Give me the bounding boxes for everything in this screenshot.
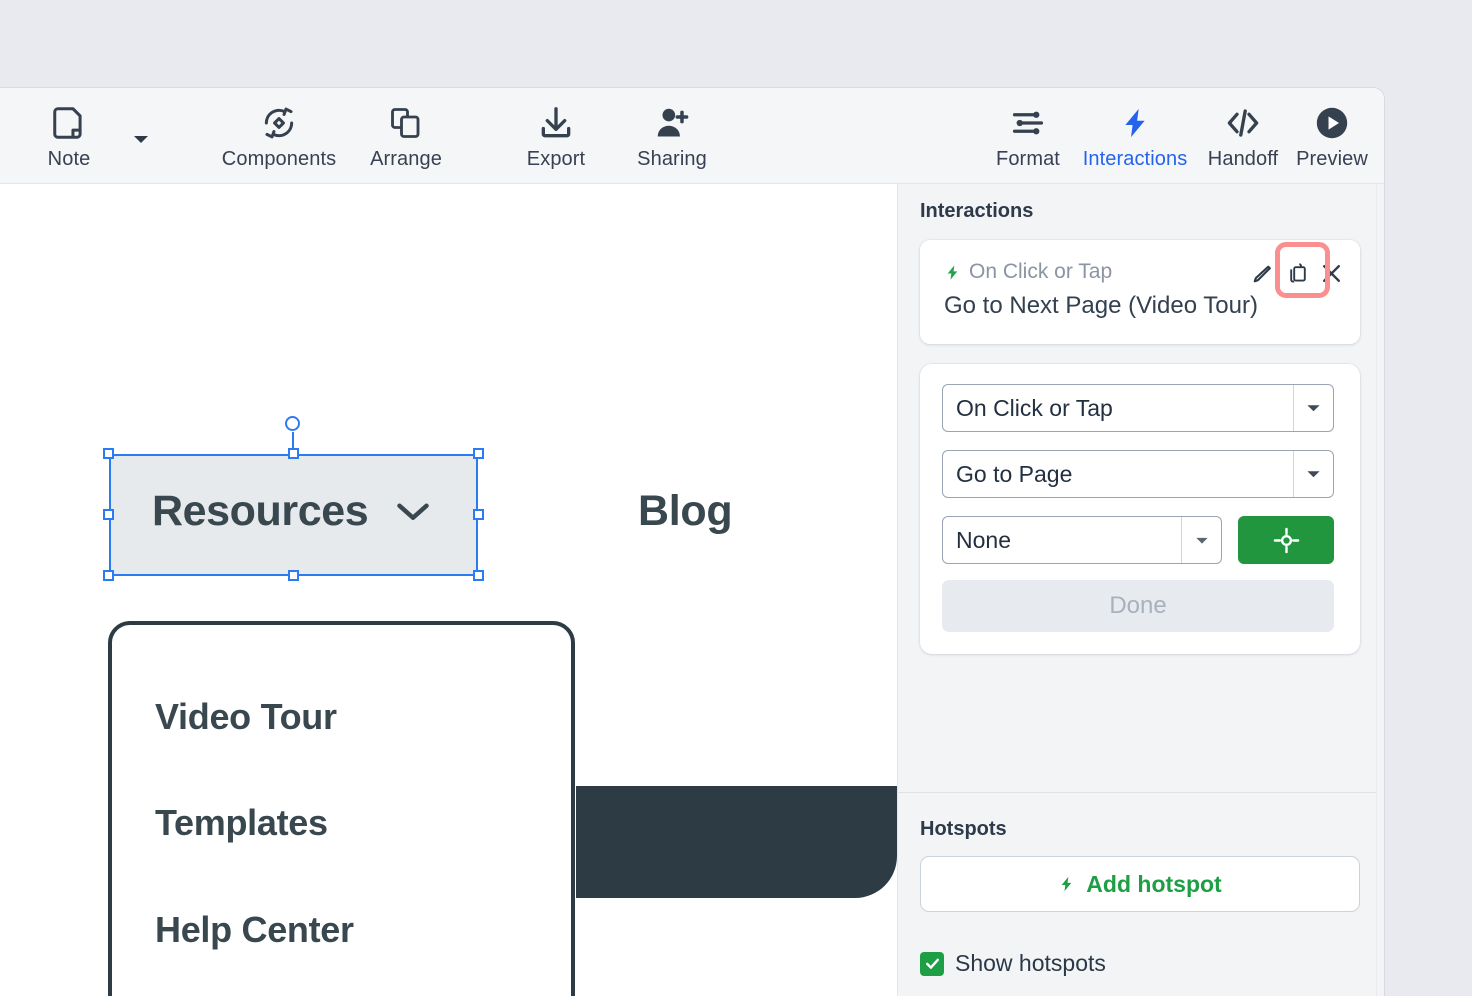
- pick-target-button[interactable]: [1238, 516, 1334, 564]
- lightning-bolt-icon: [1118, 102, 1152, 144]
- lightning-bolt-icon: [1061, 876, 1072, 892]
- toolbar-button-preview[interactable]: Preview: [1291, 102, 1373, 169]
- action-select[interactable]: Go to Page: [942, 450, 1334, 498]
- selection-handle-middle-left[interactable]: [103, 509, 114, 520]
- toolbar-label-format: Format: [996, 148, 1060, 170]
- checkbox-show-hotspots[interactable]: Show hotspots: [920, 950, 1106, 977]
- toolbar-label-preview: Preview: [1296, 148, 1368, 170]
- export-icon: [537, 102, 575, 144]
- lightning-bolt-icon: [947, 264, 958, 280]
- canvas-dark-shape[interactable]: [576, 786, 897, 898]
- toolbar-label-handoff: Handoff: [1207, 148, 1279, 170]
- pencil-icon: [1253, 265, 1271, 283]
- selection-handle-bottom-right[interactable]: [473, 570, 484, 581]
- interaction-trigger-label: On Click or Tap: [969, 260, 1113, 283]
- interaction-trigger-row: On Click or Tap: [944, 260, 1112, 284]
- design-canvas[interactable]: Resources Blog Video Tour Templates Help…: [0, 184, 897, 996]
- canvas-node-blog[interactable]: Blog: [638, 487, 733, 536]
- list-item[interactable]: Video Tour: [155, 696, 337, 738]
- chevron-down-icon: [1181, 517, 1221, 563]
- toolbar-button-note[interactable]: Note: [30, 102, 108, 169]
- chevron-down-icon: [1293, 451, 1333, 497]
- edit-interaction-button[interactable]: [1249, 262, 1274, 292]
- target-page-select[interactable]: None: [942, 516, 1222, 564]
- toolbar-label-arrange: Arrange: [370, 148, 442, 170]
- selection-frame: [109, 454, 478, 576]
- sharing-icon: [653, 102, 691, 144]
- duplicate-icon: [1290, 263, 1306, 283]
- action-select-value: Go to Page: [956, 460, 1073, 487]
- interaction-card[interactable]: On Click or Tap Go to Next Page (Video T…: [920, 240, 1360, 344]
- chevron-down-icon: [1293, 385, 1333, 431]
- rotation-handle[interactable]: [285, 416, 300, 431]
- target-page-value: None: [956, 526, 1011, 553]
- list-item[interactable]: Templates: [155, 802, 328, 844]
- code-brackets-icon: [1224, 102, 1262, 144]
- toolbar-button-format[interactable]: Format: [985, 102, 1071, 169]
- list-item[interactable]: Help Center: [155, 909, 354, 951]
- delete-interaction-button[interactable]: [1318, 260, 1345, 292]
- arrange-icon: [388, 102, 424, 144]
- selection-handle-bottom-left[interactable]: [103, 570, 114, 581]
- toolbar-label-interactions: Interactions: [1082, 148, 1188, 170]
- play-circle-icon: [1313, 102, 1351, 144]
- note-dropdown-caret[interactable]: [132, 132, 150, 150]
- interactions-panel: Interactions On Click or Tap Go to Next …: [897, 184, 1384, 996]
- chevron-down-icon: [134, 136, 148, 143]
- checkmark-icon: [920, 951, 944, 976]
- panel-title-hotspots: Hotspots: [920, 818, 1007, 840]
- toolbar-label-components: Components: [221, 148, 337, 170]
- toolbar-button-sharing[interactable]: Sharing: [622, 102, 722, 169]
- selection-handle-middle-right[interactable]: [473, 509, 484, 520]
- interaction-action-label: Go to Next Page (Video Tour): [944, 292, 1258, 319]
- done-button[interactable]: Done: [942, 580, 1334, 632]
- close-icon: [1323, 265, 1340, 282]
- app-window: Note Components Arrange Export Sharing F…: [0, 88, 1384, 996]
- crosshair-target-icon: [1273, 527, 1299, 553]
- toolbar-label-sharing: Sharing: [637, 148, 707, 170]
- add-hotspot-button[interactable]: Add hotspot: [920, 856, 1360, 912]
- selection-handle-top-left[interactable]: [103, 448, 114, 459]
- selection-handle-top-center[interactable]: [288, 448, 299, 459]
- toolbar-label-note: Note: [47, 148, 91, 170]
- toolbar: Note Components Arrange Export Sharing F…: [0, 88, 1384, 184]
- format-sliders-icon: [1010, 102, 1046, 144]
- selection-handle-top-right[interactable]: [473, 448, 484, 459]
- duplicate-interaction-button[interactable]: [1286, 262, 1310, 291]
- checkbox-label-show-hotspots: Show hotspots: [955, 950, 1106, 976]
- panel-divider: [898, 792, 1384, 793]
- toolbar-button-interactions[interactable]: Interactions: [1081, 102, 1189, 169]
- panel-scrollbar[interactable]: [1376, 184, 1384, 996]
- add-hotspot-label: Add hotspot: [1086, 870, 1222, 897]
- components-icon: [260, 102, 298, 144]
- toolbar-button-export[interactable]: Export: [508, 102, 604, 169]
- toolbar-button-components[interactable]: Components: [214, 102, 344, 169]
- panel-title-interactions: Interactions: [920, 200, 1034, 222]
- canvas-dropdown-panel[interactable]: Video Tour Templates Help Center Case St…: [108, 621, 575, 996]
- toolbar-button-handoff[interactable]: Handoff: [1200, 102, 1286, 169]
- toolbar-button-arrange[interactable]: Arrange: [360, 102, 452, 169]
- trigger-select-value: On Click or Tap: [956, 394, 1113, 421]
- selection-handle-bottom-center[interactable]: [288, 570, 299, 581]
- trigger-select[interactable]: On Click or Tap: [942, 384, 1334, 432]
- note-icon: [50, 102, 88, 144]
- toolbar-label-export: Export: [526, 148, 586, 170]
- interaction-editor-card: On Click or Tap Go to Page None Done: [920, 364, 1360, 654]
